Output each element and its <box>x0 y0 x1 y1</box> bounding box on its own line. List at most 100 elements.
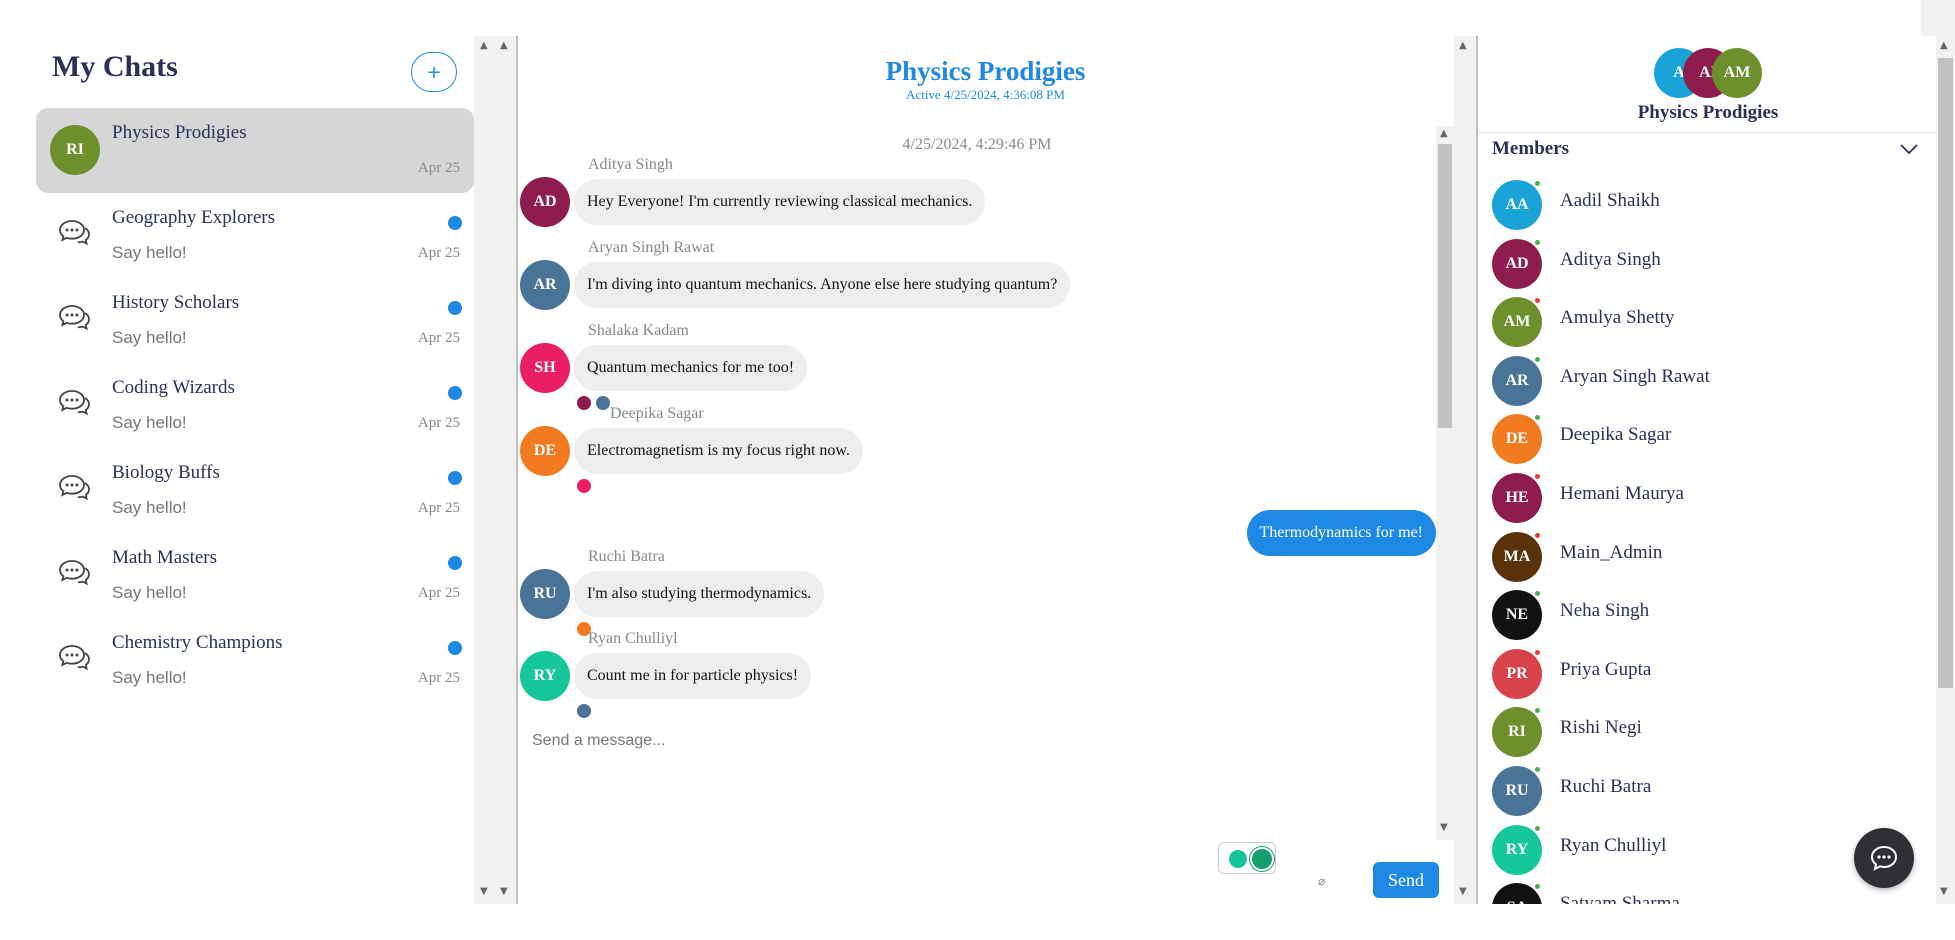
panel-scroll-down-arrow[interactable]: ▼ <box>1459 886 1467 897</box>
chat-title: Physics Prodigies <box>885 56 1086 86</box>
unread-indicator <box>448 386 462 400</box>
member-row[interactable]: AD Aditya Singh <box>1492 235 1892 294</box>
avatar[interactable]: DE <box>520 426 570 476</box>
online-status-dot <box>1534 707 1541 715</box>
page-scrollbar[interactable]: ▲ ▼ <box>1936 36 1955 904</box>
online-status-dot <box>1534 883 1541 891</box>
member-row[interactable]: RY Ryan Chulliyl <box>1492 821 1892 880</box>
chevron-down-icon[interactable] <box>1898 138 1920 160</box>
chat-name: History Scholars <box>112 292 240 313</box>
message-bubble-own[interactable]: Thermodynamics for me! <box>1246 510 1436 556</box>
avatar: AD <box>1492 238 1542 289</box>
online-status-dot <box>1534 238 1541 246</box>
scroll-up-arrow[interactable]: ▲ <box>480 40 488 51</box>
chat-list-item[interactable]: Geography Explorers Say hello! Apr 25 <box>36 193 474 278</box>
member-row[interactable]: HE Hemani Maurya <box>1492 469 1892 528</box>
avatar: MA <box>1492 531 1542 582</box>
send-button[interactable]: Send <box>1373 862 1439 898</box>
grammarly-assist-icon[interactable] <box>1229 850 1247 868</box>
grammarly-icon[interactable] <box>1218 842 1276 874</box>
avatar[interactable]: RY <box>520 651 570 701</box>
member-name: Ryan Chulliyl <box>1560 834 1667 856</box>
message-bubble[interactable]: Count me in for particle physics! <box>574 653 812 699</box>
chat-list-item[interactable]: History Scholars Say hello! Apr 25 <box>36 278 474 363</box>
member-row[interactable]: SASatyam Sharma <box>1492 879 1892 904</box>
message-scrollbar[interactable]: ▲ ▼ <box>1436 126 1454 840</box>
member-row[interactable]: PR Priya Gupta <box>1492 645 1892 704</box>
group-avatars: A AI AM <box>1654 48 1764 98</box>
member-name: Aditya Singh <box>1560 248 1661 270</box>
message-bubble[interactable]: I'm also studying thermodynamics. <box>574 571 825 617</box>
scroll-down-arrow[interactable]: ▼ <box>480 886 488 897</box>
member-row[interactable]: AR Aryan Singh Rawat <box>1492 352 1892 411</box>
sidebar-scrollbar[interactable]: ▲ ▲ ▼ ▼ <box>474 36 516 904</box>
message-bubble[interactable]: I'm diving into quantum mechanics. Anyon… <box>574 262 1071 308</box>
avatar: RI <box>50 125 100 175</box>
unread-indicator <box>448 471 462 485</box>
chat-list-item[interactable]: Math Masters Say hello! Apr 25 <box>36 533 474 618</box>
member-row[interactable]: NE Neha Singh <box>1492 586 1892 645</box>
online-status-dot <box>1534 180 1541 187</box>
avatar[interactable]: SH <box>520 343 570 393</box>
online-status-dot <box>1534 824 1541 832</box>
scroll-up-arrow-2[interactable]: ▲ <box>500 40 508 51</box>
page-scroll-up-arrow[interactable]: ▲ <box>1940 40 1948 51</box>
chat-bubbles-icon <box>56 470 92 506</box>
read-receipt-dot <box>577 704 591 718</box>
chat-support-icon[interactable] <box>1854 828 1914 888</box>
message-bubble[interactable]: Electromagnetism is my focus right now. <box>574 428 863 474</box>
chat-preview: Say hello! <box>112 668 187 687</box>
add-chat-button[interactable]: + <box>411 52 457 92</box>
member-name: Priya Gupta <box>1560 658 1652 680</box>
chat-list-item[interactable]: Chemistry Champions Say hello! Apr 25 <box>36 618 474 703</box>
message-bubble[interactable]: Quantum mechanics for me too! <box>574 345 808 391</box>
chat-panel-scrollbar[interactable]: ▲ ▼ <box>1454 36 1476 904</box>
message-input[interactable]: Send a message... <box>532 732 665 750</box>
member-row[interactable]: DE Deepika Sagar <box>1492 410 1892 469</box>
chat-list-item[interactable]: Biology Buffs Say hello! Apr 25 <box>36 448 474 533</box>
page-scrollbar-thumb[interactable] <box>1938 58 1953 688</box>
online-status-dot <box>1534 472 1541 480</box>
member-row[interactable]: AM Amulya Shetty <box>1492 293 1892 352</box>
member-row[interactable]: AA Aadil Shaikh <box>1492 176 1892 235</box>
chat-list: RI Physics Prodigies Apr 25 Geography Explo… <box>36 108 474 703</box>
member-list: AA Aadil Shaikh AD Aditya Singh AM Amulya She… <box>1492 176 1892 904</box>
grammarly-g-icon[interactable] <box>1250 847 1274 871</box>
members-heading: Members <box>1492 138 1570 159</box>
avatar[interactable]: AD <box>520 177 570 227</box>
chat-bubbles-icon <box>56 385 92 421</box>
avatar: RY <box>1492 824 1542 875</box>
message-list[interactable]: 4/25/2024, 4:29:46 PM Aditya Singh AD Hey … <box>518 126 1436 720</box>
read-receipt-dot <box>577 479 591 493</box>
member-name: Aryan Singh Rawat <box>1560 365 1710 387</box>
member-name: Satyam Sharma <box>1560 893 1680 904</box>
chat-app: My Chats + RI Physics Prodigies Apr 25 Geog… <box>0 0 1955 940</box>
chat-list-item[interactable]: Coding Wizards Say hello! Apr 25 <box>36 363 474 448</box>
avatar: DE <box>1492 414 1542 465</box>
members-divider <box>1478 132 1936 133</box>
avatar: AM <box>1492 297 1542 348</box>
avatar: RI <box>1492 707 1542 758</box>
chat-bubbles-icon <box>56 215 92 251</box>
chat-name: Biology Buffs <box>112 462 220 483</box>
message-scrollbar-thumb[interactable] <box>1438 144 1452 428</box>
page-scroll-down-arrow[interactable]: ▼ <box>1940 886 1948 897</box>
message-bubble[interactable]: Hey Everyone! I'm currently reviewing cl… <box>574 179 986 225</box>
chat-panel: Physics Prodigies Active 4/25/2024, 4:36… <box>516 36 1454 904</box>
avatar[interactable]: AR <box>520 260 570 310</box>
paperclip-icon[interactable]: ⌀ <box>1318 874 1325 888</box>
member-row[interactable]: RI Rishi Negi <box>1492 703 1892 762</box>
chat-name: Geography Explorers <box>112 207 276 228</box>
panel-scroll-up-arrow[interactable]: ▲ <box>1459 40 1467 51</box>
msg-scroll-down-arrow[interactable]: ▼ <box>1440 822 1448 833</box>
message-timestamp: 4/25/2024, 4:29:46 PM <box>902 136 1052 153</box>
scroll-down-arrow-2[interactable]: ▼ <box>500 886 508 897</box>
chat-list-item[interactable]: RI Physics Prodigies Apr 25 <box>36 108 474 193</box>
msg-scroll-up-arrow[interactable]: ▲ <box>1440 128 1448 139</box>
avatar[interactable]: RU <box>520 569 570 619</box>
member-row[interactable]: RU Ruchi Batra <box>1492 762 1892 821</box>
member-name: Aadil Shaikh <box>1560 190 1660 211</box>
chat-preview: Say hello! <box>112 498 187 517</box>
member-row[interactable]: MA Main_Admin <box>1492 528 1892 587</box>
chat-active-status: Active 4/25/2024, 4:36:08 PM <box>906 87 1065 102</box>
